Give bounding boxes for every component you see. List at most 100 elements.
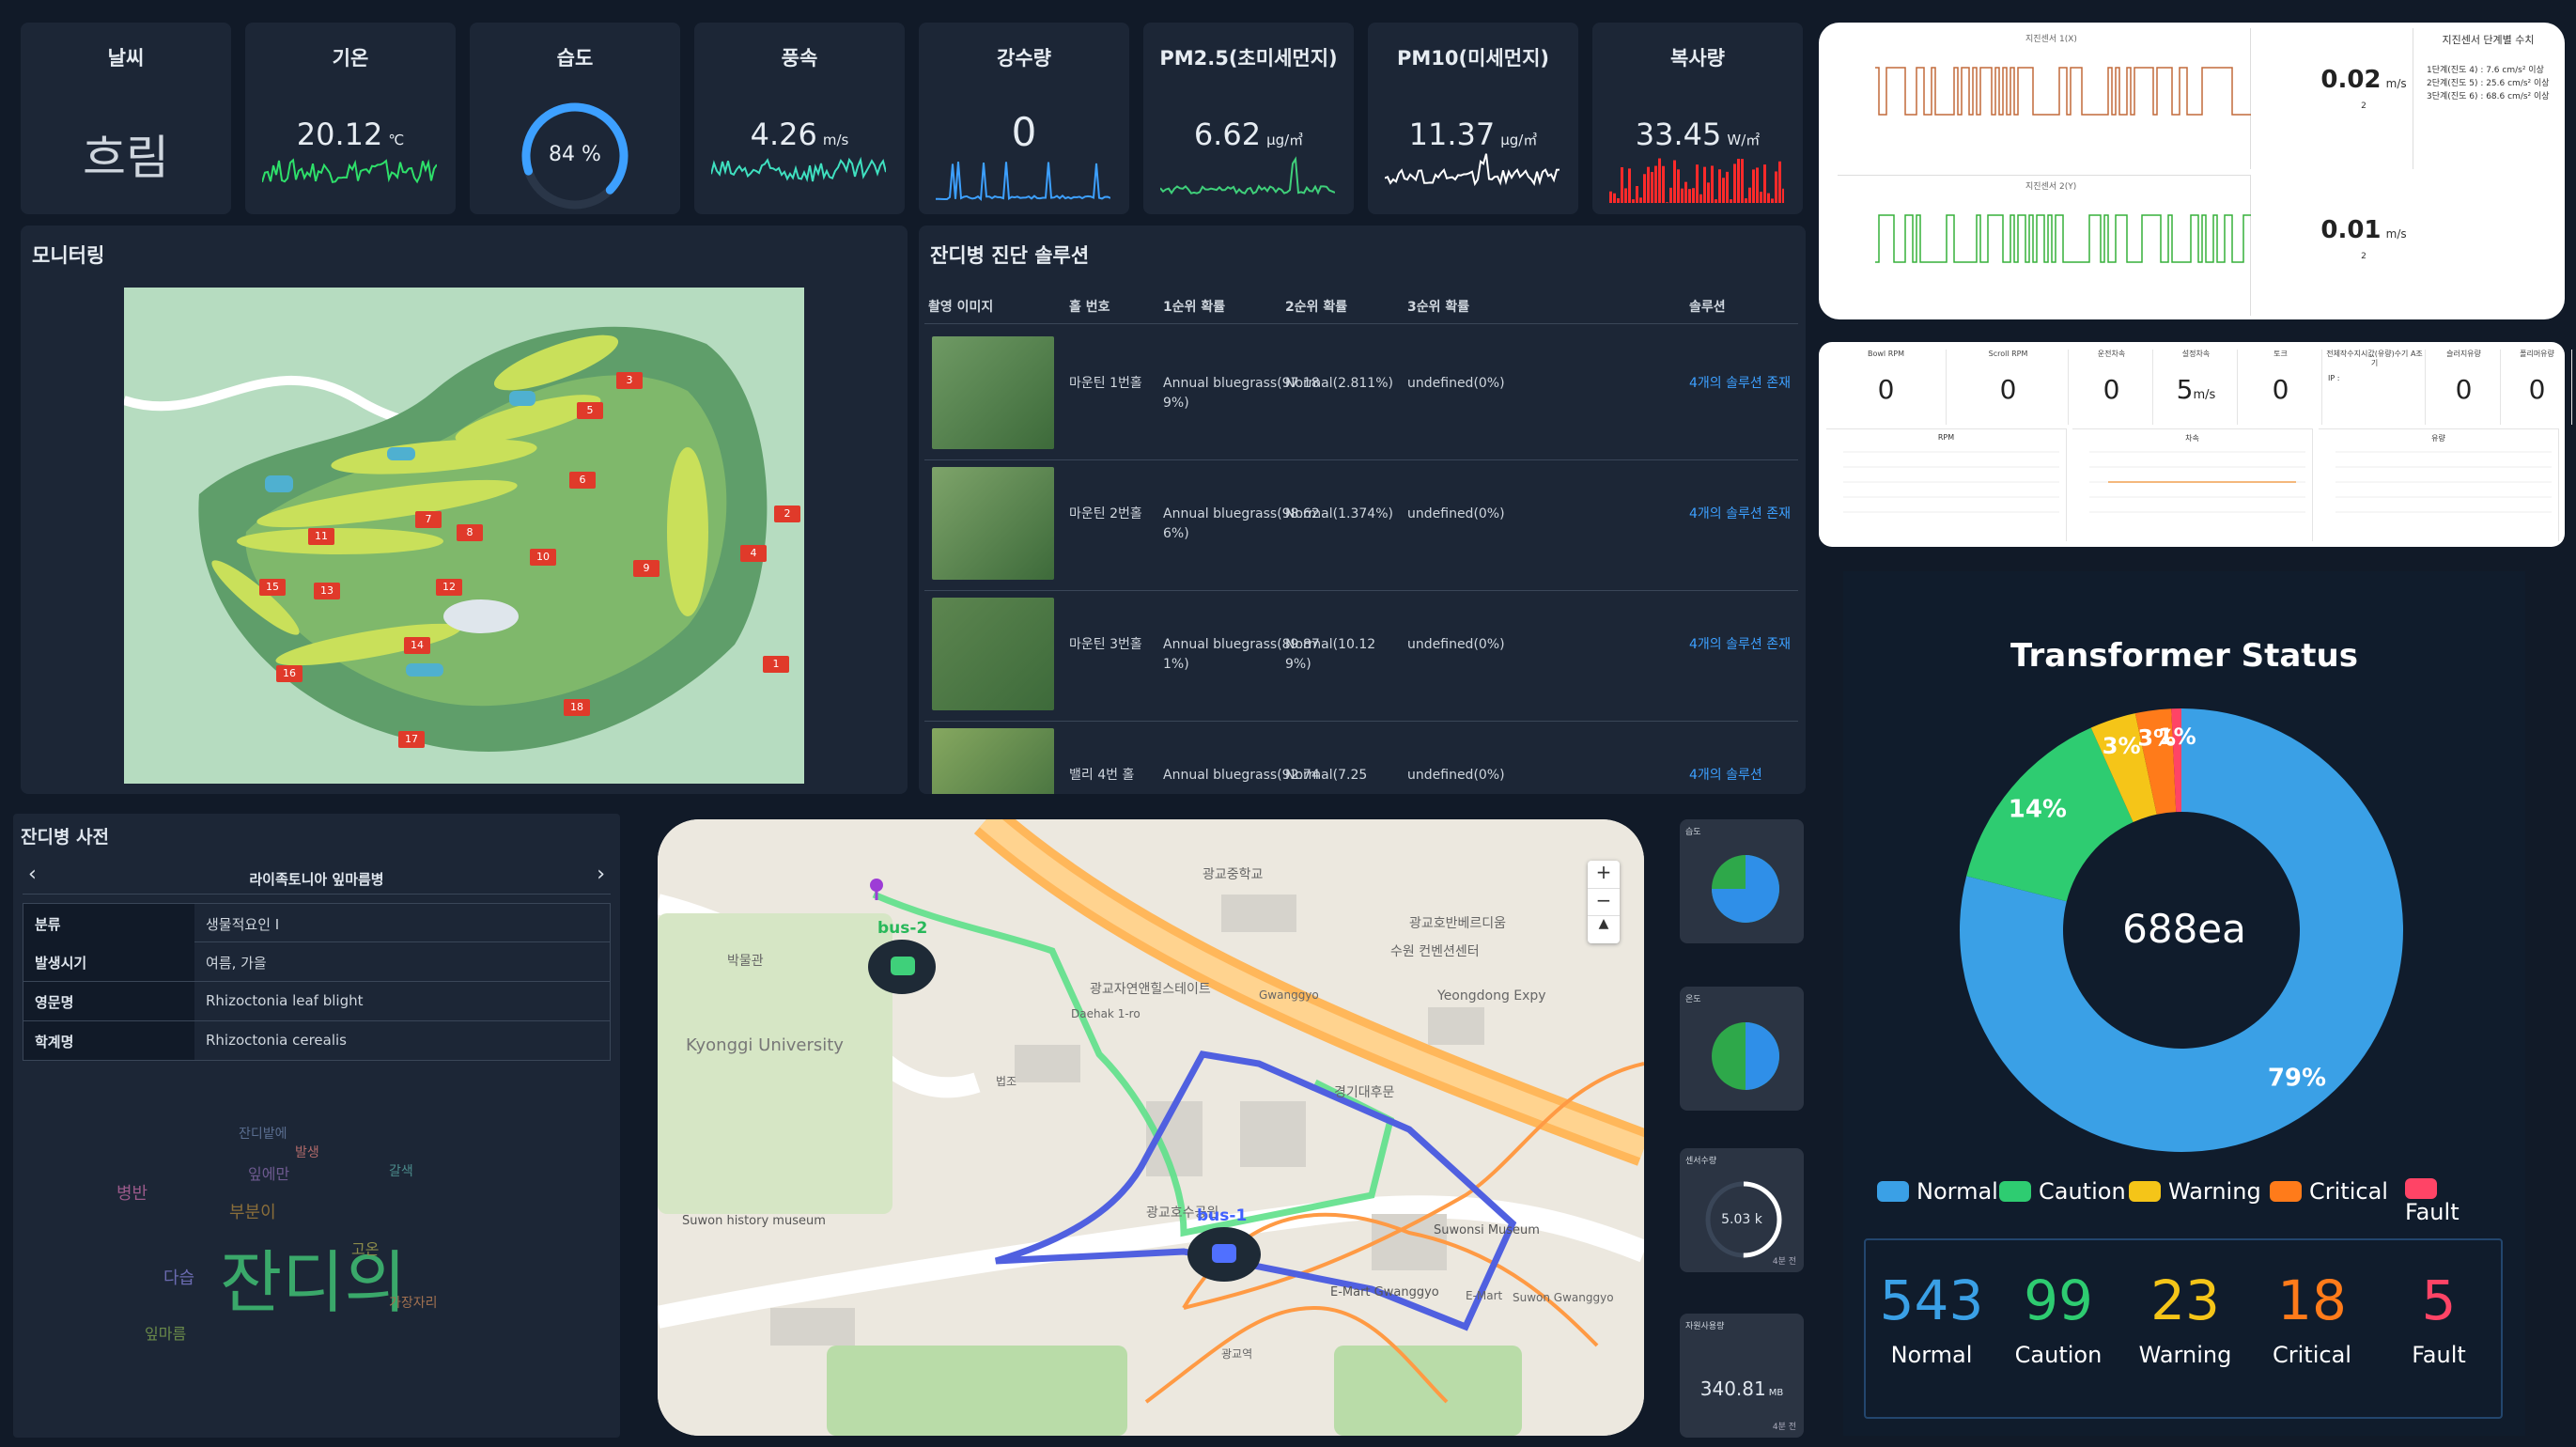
count-value: 18	[2277, 1268, 2347, 1332]
mini-widget-3[interactable]: 자원사용량 340.81 MB 4분 전	[1680, 1314, 1804, 1438]
hole-flag-10[interactable]: 10	[530, 549, 556, 566]
word-cloud-word: 다습	[163, 1268, 195, 1288]
mini-note: 4분 전	[1772, 1423, 1796, 1432]
dictionary-value: Rhizoctonia leaf blight	[206, 992, 364, 1009]
kpi-card-2[interactable]: 습도 84 %	[470, 23, 680, 214]
map-place-label[interactable]: E-Mart Gwanggyo	[1330, 1285, 1439, 1299]
monitoring-title: 모니터링	[32, 244, 105, 267]
kpi-value-text: 흐림	[83, 131, 169, 185]
legend-item-fault[interactable]: Fault	[2405, 1178, 2497, 1225]
hole-flag-17[interactable]: 17	[398, 731, 425, 748]
kpi-card-5[interactable]: PM2.5(초미세먼지) 6.62 μg/㎥	[1143, 23, 1354, 214]
hole-flag-15[interactable]: 15	[259, 579, 286, 596]
hole-number: 11	[315, 530, 328, 542]
map-place-label[interactable]: 광교중학교	[1203, 864, 1263, 883]
hole-flag-4[interactable]: 4	[740, 545, 767, 562]
diagnosis-cell-p3: undefined(0%)	[1407, 506, 1505, 521]
hole-flag-12[interactable]: 12	[436, 579, 462, 596]
diagnosis-cell-p3: undefined(0%)	[1407, 768, 1505, 783]
compass-button[interactable]: ▲	[1588, 915, 1620, 942]
diagnosis-header: 2순위 확률	[1285, 300, 1348, 315]
hole-flag-14[interactable]: 14	[404, 637, 430, 654]
transformer-title: Transformer Status	[2010, 637, 2358, 675]
seismic-threshold: 1단계(진도 4) : 7.6 cm/s² 이상	[2427, 66, 2544, 75]
map-place-label[interactable]: Yeongdong Expy	[1437, 988, 1546, 1004]
hole-flag-11[interactable]: 11	[308, 528, 334, 545]
map-place-label[interactable]: Suwonsi Museum	[1434, 1223, 1540, 1237]
kpi-title: PM10(미세먼지)	[1397, 47, 1549, 70]
diagnosis-cell-sol[interactable]: 4개의 솔루션 존재	[1689, 374, 1792, 394]
map-place-label[interactable]: Suwon history museum	[682, 1214, 826, 1228]
next-disease-button[interactable]: ›	[597, 863, 605, 886]
kpi-card-6[interactable]: PM10(미세먼지) 11.37 μg/㎥	[1368, 23, 1578, 214]
count-label: Critical	[2273, 1342, 2351, 1368]
legend-item-caution[interactable]: Caution	[1999, 1178, 2126, 1206]
kpi-title: 복사량	[1670, 47, 1725, 70]
diagnosis-cell-sol[interactable]: 4개의 솔루션	[1689, 766, 1792, 786]
hole-flag-9[interactable]: 9	[633, 560, 660, 577]
hole-flag-2[interactable]: 2	[774, 506, 800, 522]
kpi-card-4[interactable]: 강수량 0	[919, 23, 1129, 214]
map-place-label[interactable]: 광교자연앤힐스테이트	[1090, 979, 1211, 998]
machine-stat-label: Scroll RPM	[1988, 350, 2028, 358]
mini-widget-2[interactable]: 센서수량 5.03 k 4분 전	[1680, 1148, 1804, 1272]
hole-flag-16[interactable]: 16	[276, 665, 303, 682]
legend-item-normal[interactable]: Normal	[1877, 1178, 1998, 1206]
hole-flag-8[interactable]: 8	[457, 524, 483, 541]
machine-value-text: 0	[2103, 374, 2120, 405]
mini-widget-0[interactable]: 습도	[1680, 819, 1804, 943]
mini-widget-1[interactable]: 온도	[1680, 987, 1804, 1111]
kpi-card-1[interactable]: 기온 20.12 ℃	[245, 23, 456, 214]
map-place-label[interactable]: E-Mart	[1466, 1289, 1502, 1302]
map-place-label[interactable]: Gwanggyo	[1259, 988, 1319, 1002]
diagnosis-cell-sol[interactable]: 4개의 솔루션 존재	[1689, 505, 1792, 524]
bus-map[interactable]: Kyonggi University Suwon history museum Su…	[658, 819, 1644, 1436]
map-place-label[interactable]: Daehak 1-ro	[1071, 1007, 1141, 1020]
legend-label: Critical	[2309, 1178, 2388, 1205]
map-place-label[interactable]: Suwon Gwanggyo	[1513, 1291, 1614, 1304]
map-place-label[interactable]: 수원 컨벤션센터	[1390, 941, 1480, 960]
legend-item-warning[interactable]: Warning	[2129, 1178, 2261, 1206]
count-value: 5	[2421, 1268, 2457, 1332]
word-cloud-word: 잔디밭에	[239, 1127, 287, 1142]
diagnosis-row[interactable]: 마운틴 2번홀 Annual bluegrass(98.626%) Normal(1…	[924, 467, 1798, 591]
mini-value-text: 340.81	[1699, 1377, 1766, 1400]
map-place-label[interactable]: 광교역	[1221, 1346, 1252, 1361]
map-place-label[interactable]: Kyonggi University	[686, 1035, 844, 1055]
hole-flag-7[interactable]: 7	[415, 511, 442, 528]
bus-1-marker[interactable]: bus-1	[1187, 1206, 1263, 1289]
diagnosis-cell-sol[interactable]: 4개의 솔루션 존재	[1689, 635, 1792, 655]
machine-value-text: 0	[2272, 374, 2289, 405]
kpi-card-7[interactable]: 복사량 33.45 W/㎡	[1592, 23, 1803, 214]
diagnosis-row[interactable]: 밸리 4번 홀 Annual bluegrass(92.74 Normal(7.25…	[924, 728, 1798, 794]
diagnosis-thumbnail	[932, 728, 1054, 794]
legend-swatch	[2129, 1181, 2161, 1202]
legend-item-critical[interactable]: Critical	[2270, 1178, 2388, 1206]
mini-title: 자원사용량	[1685, 1322, 1725, 1331]
kpi-title: 습도	[556, 47, 594, 70]
hole-flag-6[interactable]: 6	[569, 472, 596, 489]
hole-number: 9	[643, 562, 650, 574]
diagnosis-row[interactable]: 마운틴 1번홀 Annual bluegrass(97.189%) Normal(2…	[924, 336, 1798, 460]
zoom-out-button[interactable]: −	[1588, 888, 1620, 915]
hole-flag-5[interactable]: 5	[577, 402, 603, 419]
zoom-in-button[interactable]: +	[1588, 861, 1620, 888]
hole-flag-18[interactable]: 18	[564, 699, 590, 716]
diagnosis-row[interactable]: 마운틴 3번홀 Annual bluegrass(89.871%) Normal(1…	[924, 598, 1798, 722]
map-place-label[interactable]: 광교호반베르디움	[1409, 913, 1506, 932]
transformer-count-caution: 99 Caution	[1993, 1268, 2124, 1368]
map-place-label[interactable]: 법조	[996, 1073, 1016, 1089]
kpi-card-3[interactable]: 풍속 4.26 m/s	[694, 23, 905, 214]
bus-2-marker[interactable]: bus-2	[868, 919, 943, 998]
hole-flag-13[interactable]: 13	[314, 583, 340, 599]
dictionary-row: 영문명 Rhizoctonia leaf blight	[23, 982, 611, 1021]
count-label: Caution	[2014, 1342, 2103, 1368]
hole-flag-1[interactable]: 1	[763, 656, 789, 673]
count-label: Warning	[2138, 1342, 2232, 1368]
dictionary-row: 발생시기 여름, 가을	[23, 942, 611, 982]
kpi-card-0[interactable]: 날씨 흐림	[21, 23, 231, 214]
map-place-label[interactable]: 박물관	[727, 951, 764, 970]
hole-flag-3[interactable]: 3	[616, 372, 643, 389]
map-place-label[interactable]: 경기대후문	[1334, 1082, 1394, 1101]
kpi-value: 흐림	[21, 120, 231, 188]
